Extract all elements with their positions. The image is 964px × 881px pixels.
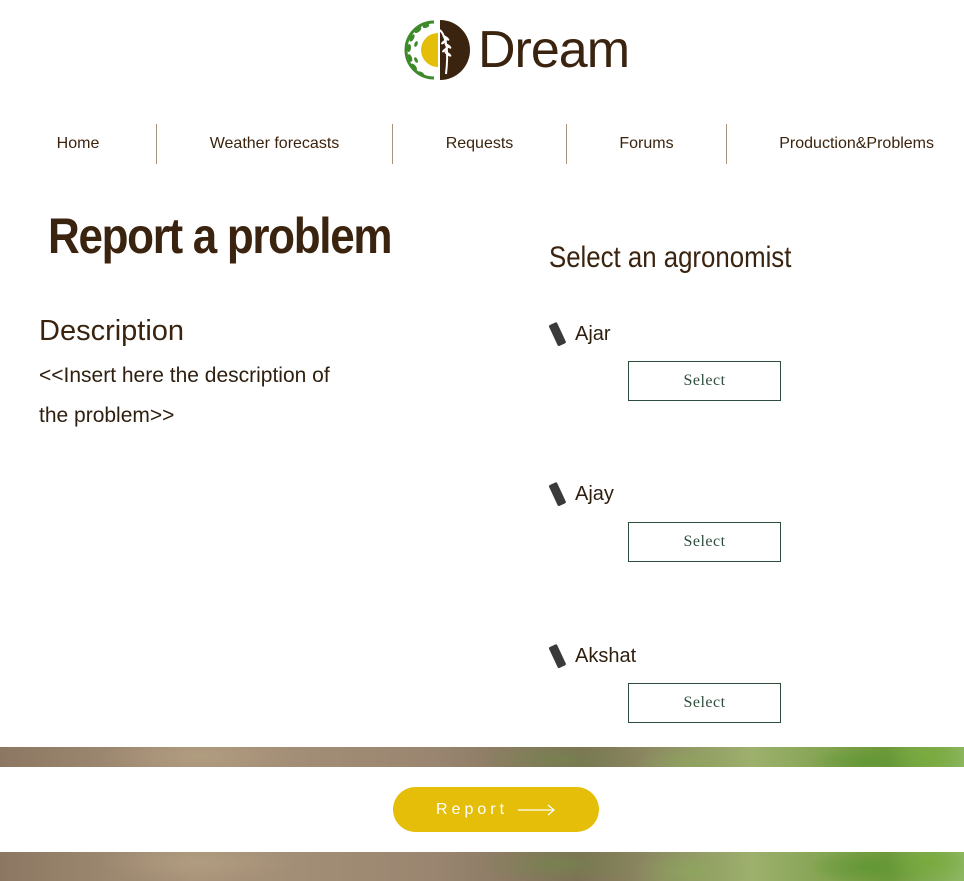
- report-bar: Report: [0, 767, 964, 852]
- description-heading: Description: [39, 315, 185, 347]
- phone-icon: [549, 644, 566, 669]
- agronomist-name: Ajar: [575, 322, 611, 345]
- arrow-right-icon: [518, 804, 555, 815]
- agronomist-name: Ajay: [575, 482, 614, 505]
- agronomist-name: Akshat: [575, 644, 637, 667]
- description-input[interactable]: <<Insert here the description of the pro…: [39, 356, 359, 436]
- agronomist-item: Ajay: [549, 481, 614, 507]
- wheat-logo-icon: [404, 20, 470, 80]
- select-agronomist-ajar-button[interactable]: Select: [628, 361, 781, 401]
- report-button-label: Report: [435, 800, 509, 818]
- nav-item-forums[interactable]: Forums: [567, 124, 726, 164]
- select-agronomist-ajay-button[interactable]: Select: [628, 522, 781, 562]
- report-button[interactable]: Report: [393, 787, 599, 832]
- nav-item-weather-forecasts[interactable]: Weather forecasts: [157, 124, 392, 164]
- page-title: Report a problem: [48, 208, 392, 264]
- nav-item-home[interactable]: Home: [0, 124, 156, 164]
- agronomist-heading: Select an agronomist: [549, 241, 792, 274]
- agronomist-item: Akshat: [549, 643, 636, 669]
- agronomist-item: Ajar: [549, 321, 611, 347]
- nav-item-requests[interactable]: Requests: [393, 124, 566, 164]
- site-logo[interactable]: Dream: [404, 16, 630, 84]
- nav-item-production-problems[interactable]: Production&Problems: [727, 124, 964, 164]
- phone-icon: [549, 482, 566, 507]
- select-agronomist-akshat-button[interactable]: Select: [628, 683, 781, 723]
- phone-icon: [549, 322, 566, 347]
- logo-text: Dream: [478, 21, 630, 79]
- background-photo-strip: [0, 747, 964, 767]
- main-nav: Home Weather forecasts Requests Forums P…: [0, 124, 964, 164]
- background-photo-strip: [0, 852, 964, 881]
